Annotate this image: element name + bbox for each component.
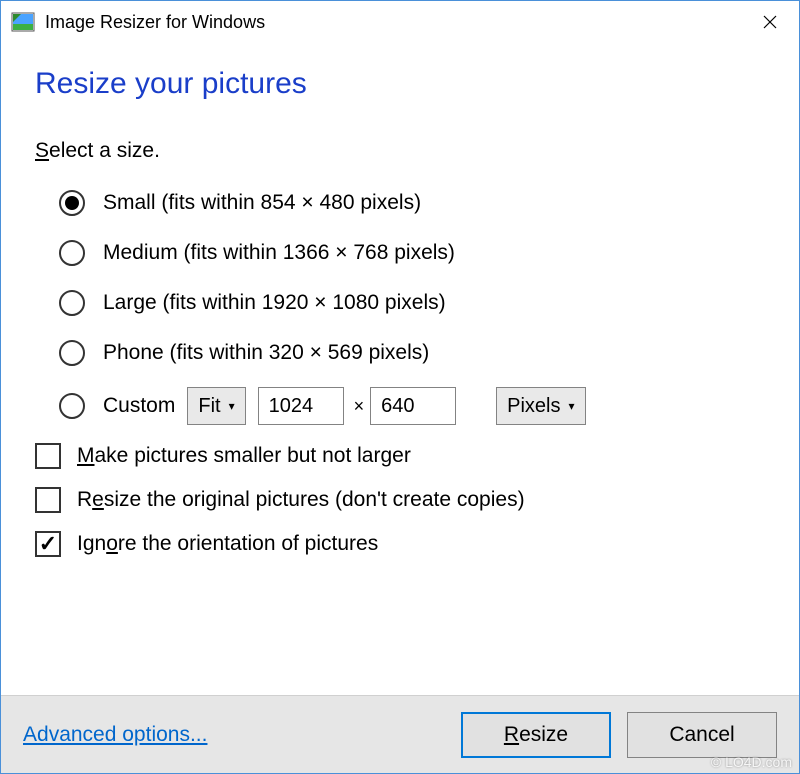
page-heading: Resize your pictures <box>35 67 765 101</box>
radio-row-small[interactable]: Small (fits within 854 × 480 pixels) <box>59 187 765 219</box>
radio-label-large: Large (fits within 1920 × 1080 pixels) <box>103 291 446 315</box>
chevron-down-icon: ▾ <box>568 399 574 413</box>
radio-medium[interactable] <box>59 240 85 266</box>
check-label-smaller: Make pictures smaller but not larger <box>77 444 411 468</box>
close-button[interactable] <box>747 6 793 38</box>
radio-label-custom: Custom <box>103 394 175 418</box>
unit-dropdown[interactable]: Pixels ▾ <box>496 387 585 425</box>
checkbox-smaller[interactable] <box>35 443 61 469</box>
cancel-button[interactable]: Cancel <box>627 712 777 758</box>
titlebar: Image Resizer for Windows <box>1 1 799 43</box>
chevron-down-icon: ▾ <box>229 399 235 413</box>
fit-mode-dropdown[interactable]: Fit ▾ <box>187 387 245 425</box>
radio-row-phone[interactable]: Phone (fits within 320 × 569 pixels) <box>59 337 765 369</box>
select-size-label: Select a size. <box>35 139 765 163</box>
check-row-resize-original[interactable]: Resize the original pictures (don't crea… <box>35 487 765 513</box>
times-symbol: × <box>354 396 365 417</box>
radio-custom[interactable] <box>59 393 85 419</box>
radio-phone[interactable] <box>59 340 85 366</box>
radio-row-medium[interactable]: Medium (fits within 1366 × 768 pixels) <box>59 237 765 269</box>
resize-button[interactable]: Resize <box>461 712 611 758</box>
checkbox-resize-original[interactable] <box>35 487 61 513</box>
height-input[interactable]: 640 <box>370 387 456 425</box>
radio-small[interactable] <box>59 190 85 216</box>
unit-value: Pixels <box>507 395 560 418</box>
radio-row-custom: Custom Fit ▾ 1024 × 640 Pixels ▾ <box>59 387 765 425</box>
check-label-resize-original: Resize the original pictures (don't crea… <box>77 488 525 512</box>
radio-row-large[interactable]: Large (fits within 1920 × 1080 pixels) <box>59 287 765 319</box>
fit-mode-value: Fit <box>198 395 220 418</box>
radio-label-medium: Medium (fits within 1366 × 768 pixels) <box>103 241 455 265</box>
radio-label-phone: Phone (fits within 320 × 569 pixels) <box>103 341 429 365</box>
radio-large[interactable] <box>59 290 85 316</box>
radio-label-small: Small (fits within 854 × 480 pixels) <box>103 191 421 215</box>
advanced-options-link[interactable]: Advanced options... <box>23 723 207 747</box>
dialog-window: Image Resizer for Windows Resize your pi… <box>0 0 800 774</box>
check-label-ignore-orientation: Ignore the orientation of pictures <box>77 532 378 556</box>
app-icon <box>11 10 35 34</box>
check-row-smaller[interactable]: Make pictures smaller but not larger <box>35 443 765 469</box>
check-row-ignore-orientation[interactable]: Ignore the orientation of pictures <box>35 531 765 557</box>
checkbox-ignore-orientation[interactable] <box>35 531 61 557</box>
size-radio-group: Small (fits within 854 × 480 pixels) Med… <box>59 187 765 425</box>
content-area: Resize your pictures Select a size. Smal… <box>1 43 799 695</box>
footer: Advanced options... Resize Cancel <box>1 695 799 773</box>
width-input[interactable]: 1024 <box>258 387 344 425</box>
close-icon <box>763 15 777 29</box>
window-title: Image Resizer for Windows <box>45 12 265 33</box>
